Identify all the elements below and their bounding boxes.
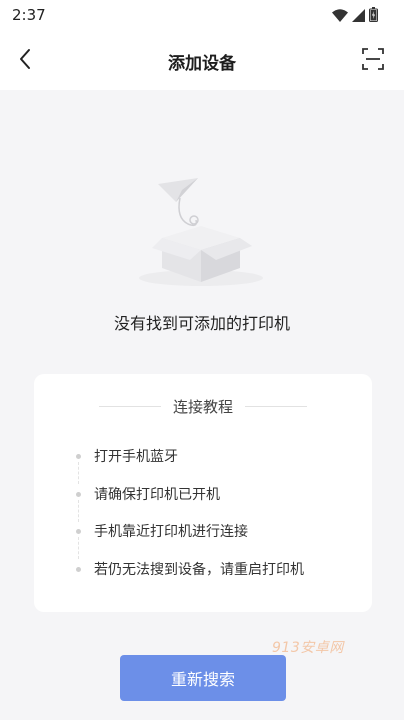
- cellular-signal-icon: [352, 7, 365, 26]
- step-text: 打开手机蓝牙: [94, 449, 178, 465]
- tutorial-title: 连接教程: [172, 397, 233, 416]
- page-title: 添加设备: [168, 54, 236, 74]
- empty-state-message: 没有找到可添加的打印机: [113, 314, 290, 333]
- tutorial-step: 打开手机蓝牙: [76, 448, 360, 486]
- step-bullet: [76, 454, 81, 459]
- divider-left: [98, 405, 161, 407]
- battery-icon: [369, 7, 378, 26]
- step-connector: [78, 499, 80, 522]
- step-bullet: [76, 566, 81, 572]
- tutorial-header: 连接教程: [34, 396, 372, 416]
- status-bar: 2:37: [0, 0, 404, 32]
- tutorial-steps: 打开手机蓝牙 请确保打印机已开机 手机靠近打印机进行连接 若仍无法搜到设备，请重…: [76, 448, 360, 598]
- tutorial-card: 连接教程 打开手机蓝牙 请确保打印机已开机 手机靠近打印机进行连接 若仍无法搜到…: [34, 374, 372, 612]
- tutorial-step: 若仍无法搜到设备，请重启打印机: [76, 561, 360, 599]
- wifi-icon: [332, 7, 348, 26]
- scan-icon: [362, 48, 384, 74]
- status-icons: [332, 7, 378, 26]
- step-text: 请确保打印机已开机: [94, 486, 220, 503]
- watermark: 913安卓网: [272, 640, 344, 656]
- step-text: 手机靠近打印机进行连接: [94, 524, 248, 540]
- scan-button[interactable]: [356, 44, 390, 78]
- step-text: 若仍无法搜到设备，请重启打印机: [94, 561, 304, 578]
- tutorial-step: 请确保打印机已开机: [76, 486, 360, 524]
- step-bullet: [76, 529, 81, 534]
- step-bullet: [76, 491, 81, 497]
- research-button[interactable]: 重新搜索: [120, 655, 286, 701]
- nav-bar: 添加设备: [0, 32, 404, 90]
- status-time: 2:37: [12, 6, 46, 24]
- step-connector: [78, 537, 80, 559]
- step-connector: [78, 462, 80, 484]
- tutorial-step: 手机靠近打印机进行连接: [76, 523, 360, 561]
- divider-right: [245, 405, 307, 407]
- empty-box-illustration: [126, 168, 276, 290]
- research-button-label: 重新搜索: [170, 670, 235, 689]
